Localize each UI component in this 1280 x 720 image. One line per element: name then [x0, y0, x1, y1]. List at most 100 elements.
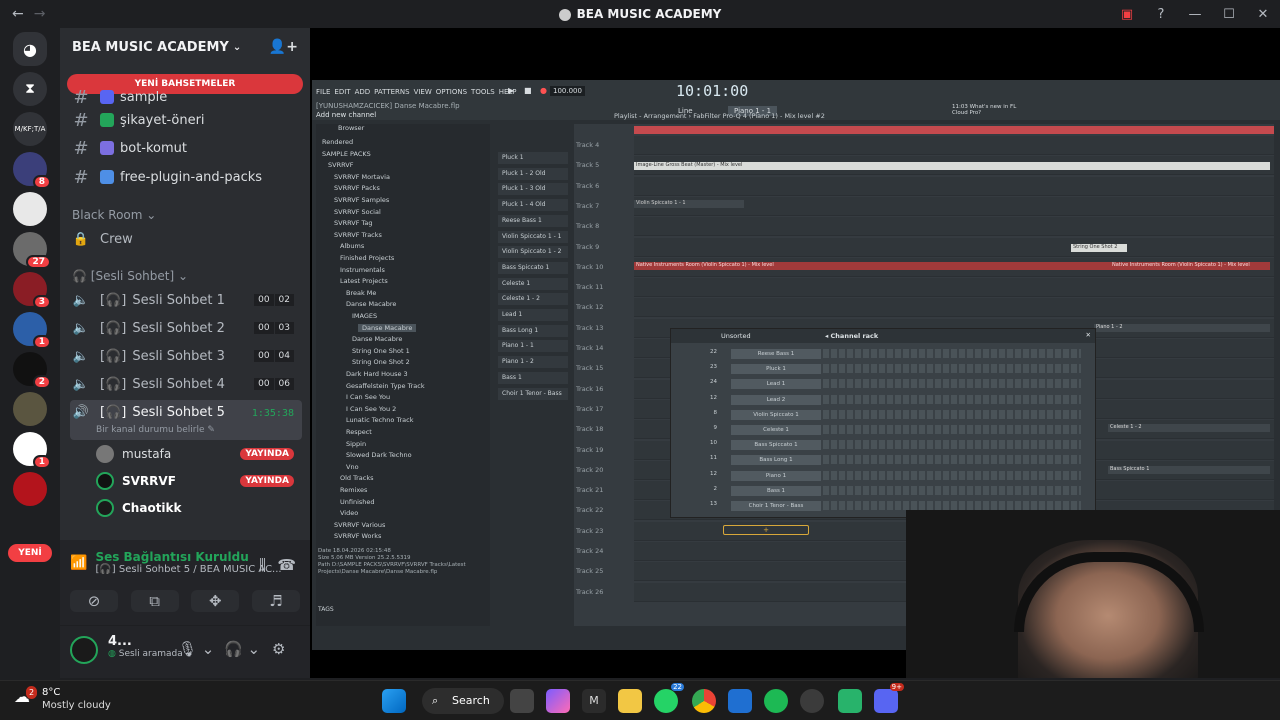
track-lane[interactable]	[634, 217, 1274, 237]
track-name[interactable]: Track 4	[576, 141, 634, 149]
track-name[interactable]: Track 22	[576, 506, 634, 514]
step-sequencer[interactable]	[823, 440, 1081, 450]
pattern-item[interactable]: Violin Spiccato 1 - 1	[498, 230, 568, 243]
mixer-track-number[interactable]: 24	[703, 379, 717, 385]
channel-button[interactable]: Lead 1	[731, 379, 821, 390]
browser-item[interactable]: Danse Macabre	[346, 300, 396, 308]
fl-studio-icon[interactable]	[800, 689, 824, 713]
pattern-item[interactable]: Piano 1 - 1	[498, 340, 568, 353]
channel-rack-row[interactable]: 23 Pluck 1	[671, 364, 1091, 376]
pattern-item[interactable]: Choir 1 Tenor - Bass	[498, 387, 568, 400]
track-name[interactable]: Track 8	[576, 222, 634, 230]
task-view-icon[interactable]	[510, 689, 534, 713]
channel-sikayet-oneri[interactable]: # şikayet-öneri	[70, 107, 302, 133]
browser-item[interactable]: Remixes	[340, 486, 367, 494]
track-name[interactable]: Track 24	[576, 547, 634, 555]
browser-item[interactable]: Gesaffelstein Type Track	[346, 382, 425, 390]
channel-rack-row[interactable]: 2 Bass 1	[671, 485, 1091, 498]
mixer-track-number[interactable]: 23	[703, 364, 717, 370]
pattern-item[interactable]: Reese Bass 1	[498, 214, 568, 227]
step-sequencer[interactable]	[823, 425, 1081, 434]
vpn-icon[interactable]	[838, 689, 862, 713]
browser-item[interactable]: Break Me	[346, 289, 376, 297]
channel-rack-row[interactable]: 8 Violin Spiccato 1	[671, 409, 1091, 422]
settings-gear-icon[interactable]: ⚙	[272, 640, 285, 658]
news-panel[interactable]: 11:03 What's new in FL Cloud Pro?	[952, 104, 1022, 116]
channel-button[interactable]: Celeste 1	[731, 425, 821, 435]
browser-item[interactable]: Slowed Dark Techno	[346, 451, 412, 459]
track-name[interactable]: Track 20	[576, 466, 634, 474]
channel-button[interactable]: Reese Bass 1	[731, 349, 821, 359]
file-explorer-icon[interactable]	[618, 689, 642, 713]
clip-celeste[interactable]: Celeste 1 - 2	[1108, 424, 1270, 432]
channel-button[interactable]: Bass Spiccato 1	[731, 440, 821, 451]
channel-status-prompt[interactable]: Bir kanal durumu belirle ✎	[96, 425, 215, 435]
pattern-item[interactable]: Pluck 1 - 3 Old	[498, 183, 568, 196]
server-icon-3[interactable]: 27	[13, 232, 51, 269]
browser-item[interactable]: SVRRVF	[328, 161, 353, 169]
browser-item[interactable]: String One Shot 1	[352, 347, 410, 355]
server-icon-8[interactable]: 1	[13, 432, 51, 469]
menu-add[interactable]: ADD	[355, 88, 371, 96]
browser-item[interactable]: Danse Macabre	[358, 323, 417, 332]
track-name[interactable]: Track 9	[576, 243, 634, 251]
menu-tools[interactable]: TOOLS	[471, 88, 495, 96]
pattern-item[interactable]: Violin Spiccato 1 - 2	[498, 246, 568, 259]
track-name[interactable]: Track 19	[576, 446, 634, 454]
clip-native-instruments-2[interactable]: Native Instruments Room (Violin Spiccato…	[1110, 262, 1270, 270]
track-name[interactable]: Track 12	[576, 303, 634, 311]
step-sequencer[interactable]	[823, 470, 1081, 480]
channel-button[interactable]: Lead 2	[731, 394, 821, 405]
rack-filter[interactable]: Unsorted	[721, 332, 751, 340]
pattern-item[interactable]: Lead 1	[498, 309, 568, 321]
server-icon-6[interactable]: 2	[13, 352, 51, 389]
browser-item[interactable]: I Can See You 2	[346, 405, 396, 413]
user-info[interactable]: 4... ◍ Sesli aramada	[108, 634, 183, 659]
step-sequencer[interactable]	[823, 485, 1081, 495]
browser-tags[interactable]: TAGS	[318, 606, 334, 613]
soundboard-button[interactable]: ♬	[251, 590, 300, 612]
browser-item[interactable]: Dark Hard House 3	[346, 370, 408, 378]
track-lane[interactable]	[634, 298, 1274, 318]
new-unread-pill[interactable]: YENİ	[8, 544, 52, 562]
channel-button[interactable]: Bass Long 1	[731, 455, 821, 466]
voice-channel-2[interactable]: 🔈 [🎧] Sesli Sohbet 2 00 03	[70, 315, 302, 341]
spotify-icon[interactable]	[764, 689, 788, 713]
server-icon-9[interactable]	[13, 472, 47, 506]
browser-item[interactable]: Danse Macabre	[352, 335, 402, 343]
camera-off-button[interactable]: ⊘	[70, 590, 118, 612]
pattern-item[interactable]: Pluck 1 - 4 Old	[498, 199, 568, 212]
voice-channel-link[interactable]: [🎧] Sesli Sohbet 5 / BEA MUSIC AC...	[95, 564, 281, 575]
browser-item[interactable]: Latest Projects	[340, 277, 388, 285]
voice-channel-3[interactable]: 🔈 [🎧] Sesli Sohbet 3 00 04	[70, 343, 302, 369]
browser-item[interactable]: Video	[340, 509, 358, 517]
taskbar-search[interactable]: ⌕ Search	[422, 688, 504, 714]
microphone-icon[interactable]: 🎙 ⌄	[178, 640, 214, 658]
category-black-room[interactable]: Black Room ⌄	[72, 208, 156, 222]
minimize-button[interactable]: —	[1178, 7, 1212, 22]
mixer-track-number[interactable]: 13	[703, 501, 717, 507]
track-name[interactable]: Track 15	[576, 364, 634, 372]
browser-item[interactable]: SVRRVF Samples	[334, 196, 389, 204]
browser-item[interactable]: Rendered	[322, 138, 353, 146]
play-button[interactable]: ▶	[508, 86, 514, 95]
browser-item[interactable]: SVRRVF Packs	[334, 184, 380, 192]
clip-native-instruments[interactable]: Native Instruments Room (Violin Spiccato…	[634, 262, 1110, 270]
track-lane[interactable]	[634, 136, 1274, 155]
clip-bass[interactable]: Bass Spiccato 1	[1108, 466, 1270, 474]
browser-item[interactable]: SAMPLE PACKS	[322, 150, 371, 158]
pattern-item[interactable]: Bass Long 1	[498, 324, 568, 337]
track-name[interactable]: Track 21	[576, 486, 634, 494]
channel-rack-row[interactable]: 24 Lead 1	[671, 379, 1091, 391]
category-voice[interactable]: 🎧 [Sesli Sohbet] ⌄	[72, 269, 188, 283]
hourglass-server-icon[interactable]: ⧗	[13, 72, 47, 106]
browser-item[interactable]: Lunatic Techno Track	[346, 416, 413, 424]
channel-rack-row[interactable]: 11 Bass Long 1	[671, 455, 1091, 467]
track-name[interactable]: Track 11	[576, 283, 634, 291]
track-name[interactable]: Track 14	[576, 344, 634, 352]
add-channel-button[interactable]: +	[723, 525, 809, 535]
track-name[interactable]: Track 18	[576, 425, 634, 433]
copilot-icon[interactable]	[546, 689, 570, 713]
channel-button[interactable]: Pluck 1	[731, 364, 821, 375]
mixer-track-number[interactable]: 12	[703, 471, 717, 477]
